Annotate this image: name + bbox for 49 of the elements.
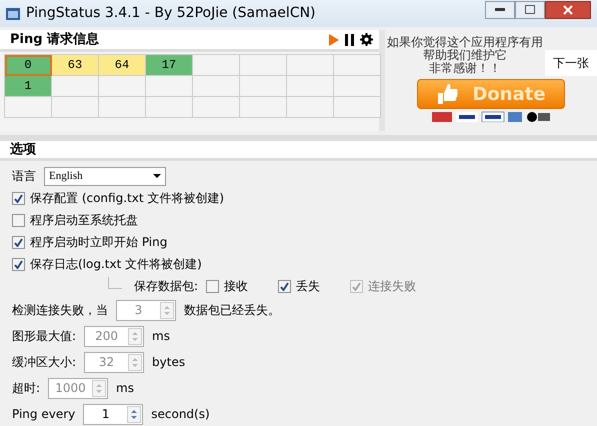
field-label: 超时: (12, 380, 40, 397)
panel-title: Ping 请求信息 (10, 30, 100, 49)
minimize-button[interactable] (485, 0, 515, 18)
checkbox[interactable]: 保存配置 (config.txt 文件将被创建) (12, 189, 224, 207)
field-label: 保存数据包: (134, 278, 198, 295)
close-icon (563, 4, 573, 14)
unit-label: bytes (152, 354, 186, 371)
check-icon (352, 282, 362, 290)
maximize-button[interactable] (515, 0, 545, 18)
ping-cell[interactable]: 64 (99, 55, 146, 76)
ping-cell[interactable]: 1 (5, 76, 52, 97)
unit-label: ms (152, 328, 170, 345)
thumbs-up-icon (436, 82, 460, 106)
window-title: PingStatus 3.4.1 - By 52PoJie (SamaelCN) (26, 4, 316, 23)
field-label: Ping every (12, 406, 76, 423)
ping-cell[interactable]: 63 (52, 55, 99, 76)
checkbox[interactable]: 丢失 (278, 277, 320, 295)
check-icon (14, 194, 23, 202)
ping-cell[interactable]: 0 (5, 55, 52, 76)
maximize-icon (525, 5, 535, 14)
number-spinner[interactable]: 1 (83, 404, 144, 424)
spin-arrows-icon[interactable] (127, 406, 142, 422)
minimize-icon (495, 8, 505, 12)
check-icon (14, 260, 23, 268)
donate-message: 如果你觉得这个应用程序有用 帮助我们维护它 非常感谢！！ (386, 34, 544, 75)
checkbox[interactable]: 程序启动至系统托盘 (12, 211, 138, 229)
checkbox[interactable]: 接收 (206, 277, 248, 295)
payment-cards-icon (432, 111, 550, 122)
check-icon (280, 282, 290, 290)
play-icon[interactable] (329, 34, 339, 46)
app-icon (6, 8, 20, 20)
checkbox[interactable]: 保存日志(log.txt 文件将被创建) (12, 255, 202, 273)
pause-icon[interactable] (345, 34, 354, 46)
language-label: 语言 (12, 168, 36, 185)
next-button[interactable]: 下一张 (545, 50, 597, 76)
settings-icon[interactable] (360, 33, 373, 46)
caret-icon (153, 174, 161, 178)
unit-label: second(s) (151, 406, 210, 423)
check-icon (14, 238, 23, 246)
field-label: 图形最大值: (12, 328, 76, 345)
field-label: 检测连接失败，当 (12, 302, 108, 319)
field-label: 缓冲区大小: (12, 354, 76, 371)
unit-label: 数据包已经丢失。 (184, 302, 280, 319)
ping-cell[interactable]: 17 (146, 55, 193, 76)
close-button[interactable] (545, 0, 591, 18)
unit-label: ms (116, 380, 134, 397)
section-title: 选项 (0, 141, 597, 161)
language-dropdown[interactable]: English (44, 166, 166, 186)
checkbox[interactable]: 程序启动时立即开始 Ping (12, 233, 168, 251)
